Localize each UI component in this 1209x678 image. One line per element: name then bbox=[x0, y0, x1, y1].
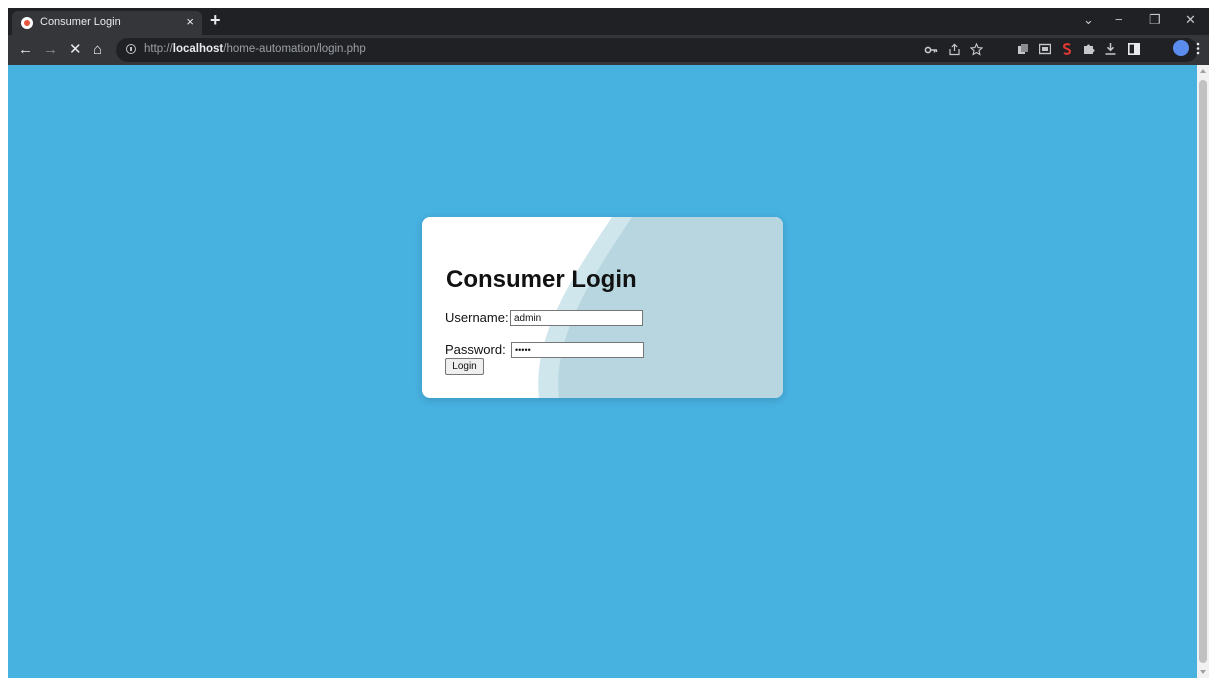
home-button[interactable]: ⌂ bbox=[93, 41, 102, 59]
password-field[interactable] bbox=[511, 342, 644, 358]
profile-avatar[interactable] bbox=[1173, 40, 1189, 56]
address-bar[interactable]: http://localhost/home-automation/login.p… bbox=[116, 38, 1198, 62]
puzzle-icon[interactable] bbox=[1082, 42, 1095, 55]
browser-window: Consumer Login × + ⌄ − ❐ ✕ ← → ✕ ⌂ http:… bbox=[8, 8, 1209, 678]
close-window-button[interactable]: ✕ bbox=[1185, 11, 1196, 29]
share-icon[interactable] bbox=[948, 43, 961, 56]
page-content: Consumer Login Username: Password: Login bbox=[8, 65, 1197, 678]
forward-button[interactable]: → bbox=[43, 41, 58, 59]
page-title: Consumer Login bbox=[446, 266, 637, 293]
extension-red-icon[interactable] bbox=[1062, 43, 1072, 55]
browser-toolbar: ← → ✕ ⌂ http://localhost/home-automation… bbox=[8, 35, 1209, 65]
back-button[interactable]: ← bbox=[18, 41, 33, 59]
site-info-icon[interactable] bbox=[126, 44, 136, 54]
password-label: Password: bbox=[445, 342, 506, 357]
browser-tab[interactable]: Consumer Login × bbox=[12, 11, 202, 35]
stop-loading-button[interactable]: ✕ bbox=[69, 41, 82, 59]
login-button[interactable]: Login bbox=[445, 358, 484, 375]
download-icon[interactable] bbox=[1104, 42, 1117, 55]
tab-title: Consumer Login bbox=[40, 16, 121, 28]
vertical-scrollbar[interactable] bbox=[1197, 65, 1209, 678]
tab-strip: Consumer Login × + ⌄ − ❐ ✕ bbox=[8, 8, 1209, 35]
new-tab-button[interactable]: + bbox=[210, 10, 221, 30]
username-label: Username: bbox=[445, 310, 509, 325]
minimize-button[interactable]: − bbox=[1115, 11, 1123, 29]
tab-close-icon[interactable]: × bbox=[186, 14, 194, 30]
scroll-thumb[interactable] bbox=[1199, 80, 1207, 663]
tab-search-chevron-icon[interactable]: ⌄ bbox=[1083, 11, 1094, 29]
bookmark-star-icon[interactable] bbox=[970, 43, 983, 56]
sidepanel-icon[interactable] bbox=[1128, 43, 1140, 55]
url-text[interactable]: http://localhost/home-automation/login.p… bbox=[144, 43, 366, 55]
login-card: Consumer Login Username: Password: Login bbox=[422, 217, 783, 398]
menu-icon[interactable] bbox=[1196, 42, 1200, 55]
extension-icon[interactable] bbox=[1017, 43, 1029, 55]
scroll-up-arrow-icon[interactable] bbox=[1200, 69, 1206, 73]
extension-icon[interactable] bbox=[1039, 43, 1051, 55]
key-icon[interactable] bbox=[924, 44, 938, 56]
scroll-down-arrow-icon[interactable] bbox=[1200, 670, 1206, 674]
favicon-icon bbox=[21, 17, 33, 29]
username-field[interactable] bbox=[510, 310, 643, 326]
restore-button[interactable]: ❐ bbox=[1149, 11, 1161, 29]
